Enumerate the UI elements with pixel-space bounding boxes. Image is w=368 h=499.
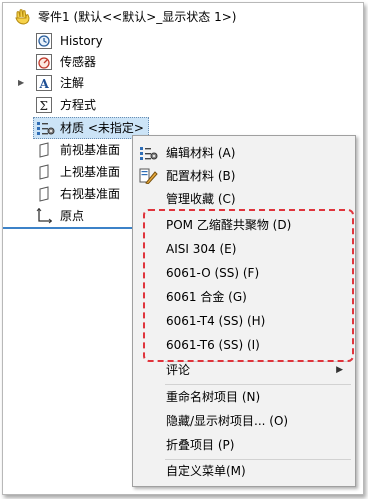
tree-item-label: 前视基准面	[60, 143, 121, 157]
menu-item-customize[interactable]: 自定义菜单(M)	[133, 459, 355, 483]
menu-item-hide-show[interactable]: 隐藏/显示树项目... (O)	[133, 409, 355, 433]
edit-material-icon	[139, 145, 158, 161]
plane-icon	[36, 164, 52, 180]
sensor-icon	[36, 54, 52, 70]
equation-icon: Σ	[36, 97, 52, 113]
tree-item-equations[interactable]: Σ 方程式	[36, 95, 236, 115]
history-icon	[36, 33, 52, 49]
menu-item-label: 配置材料 (B)	[166, 169, 236, 183]
material-icon	[36, 120, 55, 136]
tree-item-label: 原点	[60, 209, 85, 223]
menu-item-label: 自定义菜单(M)	[166, 464, 246, 478]
expand-arrow-icon[interactable]: ▶	[18, 73, 24, 93]
menu-item-rename[interactable]: 重命名树项目 (N)	[133, 385, 355, 409]
menu-item-edit-material[interactable]: 编辑材料 (A)	[133, 141, 355, 165]
tree-item-label: 上视基准面	[60, 165, 121, 179]
tree-item-origin[interactable]: 原点	[36, 206, 136, 226]
tree-item-label: 方程式	[60, 98, 97, 112]
favorites-highlight-box	[143, 209, 354, 362]
menu-item-label: 折叠项目 (P)	[166, 438, 235, 452]
menu-item-label: 隐藏/显示树项目... (O)	[166, 414, 289, 428]
part-icon	[14, 9, 30, 25]
tree-item-annotations[interactable]: ▶ A 注解	[18, 73, 238, 93]
tree-item-label: 右视基准面	[60, 187, 121, 201]
menu-item-collapse[interactable]: 折叠项目 (P)	[133, 433, 355, 457]
svg-text:A: A	[39, 77, 50, 91]
annotation-icon: A	[36, 75, 52, 91]
configure-material-icon	[139, 168, 158, 185]
menu-item-label: 重命名树项目 (N)	[166, 390, 261, 404]
tree-root-label: 零件1 (默认<<默认>_显示状态 1>)	[38, 10, 237, 24]
tree-item-right-plane[interactable]: 右视基准面	[36, 184, 136, 204]
tree-item-top-plane[interactable]: 上视基准面	[36, 162, 136, 182]
tree-item-label: History	[60, 34, 103, 48]
tree-item-sensors[interactable]: 传感器	[36, 52, 236, 72]
svg-text:Σ: Σ	[40, 99, 48, 113]
menu-item-configure-material[interactable]: 配置材料 (B)	[133, 164, 355, 188]
tree-item-history[interactable]: History	[36, 31, 236, 51]
tree-item-front-plane[interactable]: 前视基准面	[36, 140, 136, 160]
menu-item-label: 管理收藏 (C)	[166, 192, 236, 206]
plane-icon	[36, 186, 52, 202]
tree-root[interactable]: 零件1 (默认<<默认>_显示状态 1>)	[14, 7, 354, 27]
menu-item-label: 编辑材料 (A)	[166, 146, 236, 160]
origin-icon	[36, 207, 53, 224]
plane-icon	[36, 142, 52, 158]
tree-item-label: 注解	[60, 76, 85, 90]
menu-item-manage-favorites[interactable]: 管理收藏 (C)	[133, 187, 355, 211]
tree-item-label: 传感器	[60, 55, 97, 69]
